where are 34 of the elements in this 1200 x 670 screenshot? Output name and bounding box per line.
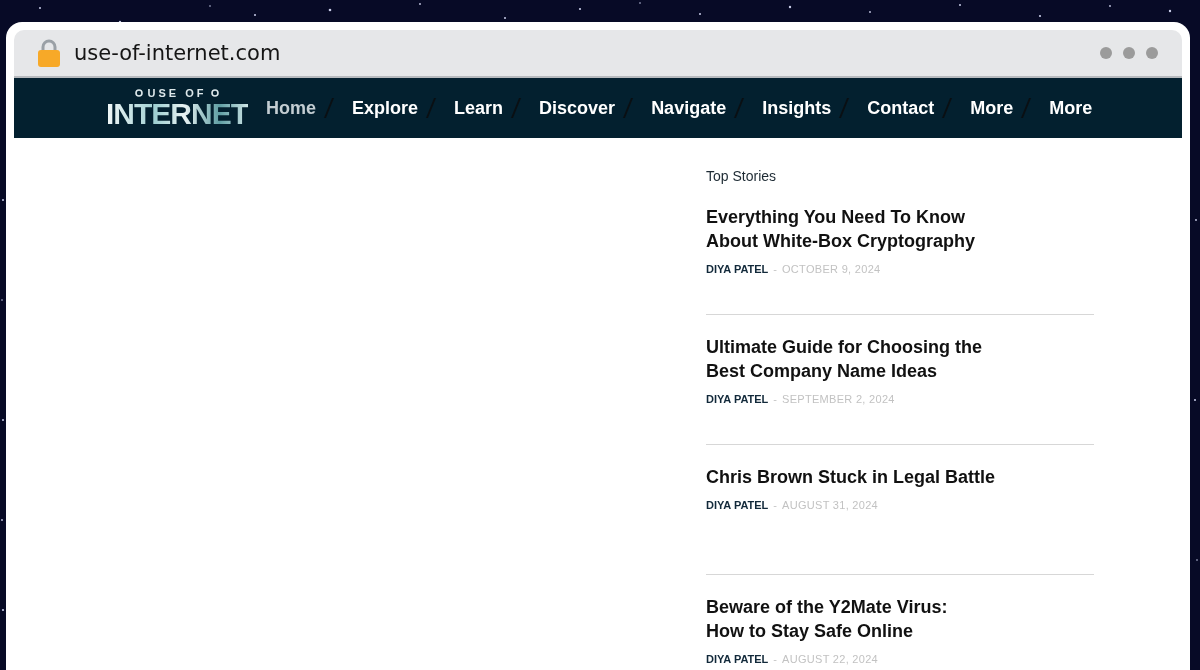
window-dot-icon[interactable]: [1123, 47, 1135, 59]
section-heading: Top Stories: [706, 168, 778, 185]
nav-link[interactable]: Insights: [762, 93, 832, 123]
story-title-link[interactable]: Everything You Need To Know About White-Box Cryptography: [706, 205, 1094, 253]
author-link[interactable]: DIYA PATEL: [706, 499, 769, 512]
ring-icon: [211, 89, 220, 97]
url-field[interactable]: use-of-internet.com: [38, 39, 281, 67]
story-date: AUGUST 31, 2024: [782, 499, 879, 512]
meta-separator: -: [773, 263, 777, 276]
story-date: AUGUST 22, 2024: [782, 653, 879, 666]
window-dot-icon[interactable]: [1100, 47, 1112, 59]
nav-link[interactable]: Learn: [454, 93, 504, 123]
story-date: SEPTEMBER 2, 2024: [782, 393, 895, 406]
meta-separator: -: [773, 653, 777, 666]
nav-link[interactable]: Contact: [867, 93, 935, 123]
nav-link[interactable]: More: [970, 93, 1014, 123]
nav-link[interactable]: Discover: [539, 93, 616, 123]
lock-icon: [38, 39, 60, 67]
logo-tagline[interactable]: USE OF: [147, 87, 207, 99]
nav-link[interactable]: More: [1049, 93, 1093, 123]
window-dot-icon[interactable]: [1146, 47, 1158, 59]
meta-separator: -: [773, 393, 777, 406]
story-title-link[interactable]: Chris Brown Stuck in Legal Battle: [706, 465, 1094, 489]
meta-separator: -: [773, 499, 777, 512]
story-title-link[interactable]: Beware of the Y2Mate Virus: How to Stay Safe Online: [706, 595, 1094, 643]
author-link[interactable]: DIYA PATEL: [706, 653, 769, 666]
nav-link[interactable]: Explore: [352, 93, 419, 123]
nav-link[interactable]: Navigate: [651, 93, 727, 123]
nav-link[interactable]: Home: [266, 93, 316, 123]
story-title-link[interactable]: Ultimate Guide for Choosing the Best Company Name Ideas: [706, 335, 1094, 383]
author-link[interactable]: DIYA PATEL: [706, 393, 769, 406]
author-link[interactable]: DIYA PATEL: [706, 263, 769, 276]
story-date: OCTOBER 9, 2024: [782, 263, 881, 276]
ring-icon: [134, 89, 143, 97]
